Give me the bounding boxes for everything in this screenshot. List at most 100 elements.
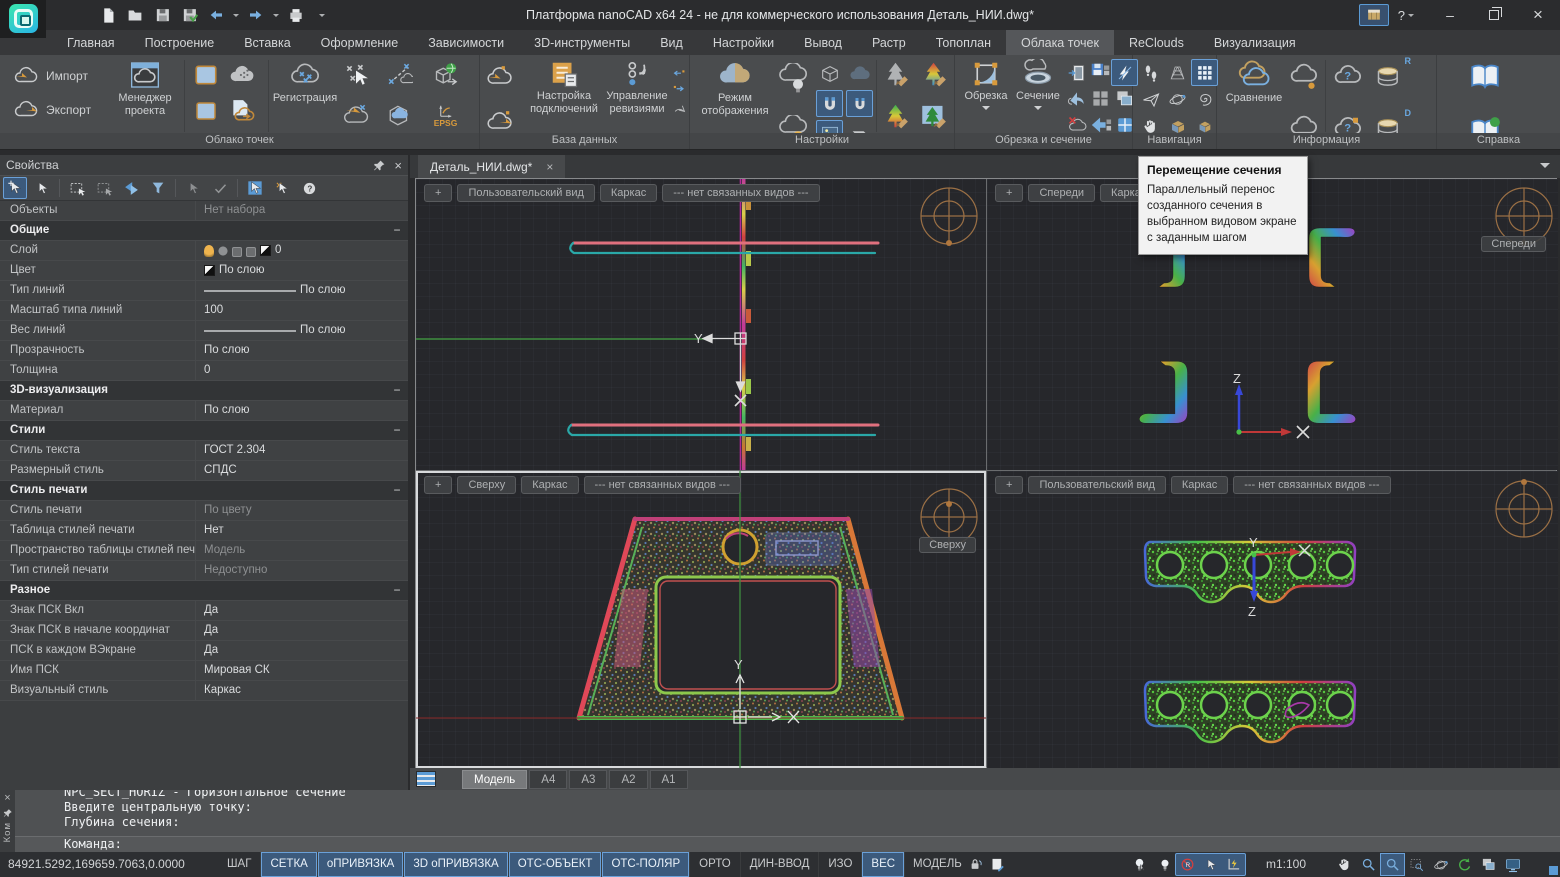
viewport-bottom-left[interactable]: + Сверху Каркас --- нет связанных видов ---	[416, 471, 986, 768]
help-dropdown-icon[interactable]	[1408, 14, 1414, 20]
db-report-icon[interactable]: R	[1369, 60, 1409, 94]
zoom-extents-icon[interactable]	[1405, 854, 1428, 875]
viewport-lock-icon[interactable]	[968, 857, 984, 872]
status-toggle-СЕТКА[interactable]: СЕТКА	[261, 852, 317, 877]
cloud-light-icon[interactable]	[776, 61, 810, 95]
snap-cloud-icon[interactable]	[816, 90, 843, 117]
viewport-top-left[interactable]: +Пользовательский видКаркас--- нет связа…	[416, 179, 986, 470]
menu-tab-3[interactable]: Вставка	[229, 30, 305, 55]
cloud-query-icon[interactable]	[1331, 60, 1365, 94]
property-value[interactable]: Да	[196, 621, 408, 640]
filter-icon[interactable]	[146, 177, 170, 199]
select-window-icon[interactable]	[65, 177, 89, 199]
resize-grip[interactable]	[1549, 866, 1558, 875]
help-button[interactable]: ?	[1395, 8, 1408, 23]
view-compass-icon[interactable]	[1496, 479, 1552, 537]
menu-tab-11[interactable]: Топоплан	[921, 30, 1006, 55]
sections-grid-icon[interactable]	[1087, 85, 1114, 112]
viewport-control-button[interactable]: --- нет связанных видов ---	[1233, 476, 1390, 494]
ribbon-interface-button[interactable]	[1359, 4, 1389, 26]
command-close-icon[interactable]: ×	[4, 792, 10, 804]
status-toggle-ОТС-ОБЪЕКТ[interactable]: ОТС-ОБЪЕКТ	[509, 852, 603, 877]
viewport-control-button[interactable]: --- нет связанных видов ---	[584, 476, 741, 494]
layout-tab-A1[interactable]: A1	[650, 770, 688, 789]
menu-tab-13[interactable]: ReClouds	[1114, 30, 1199, 55]
property-value[interactable]: По слою	[196, 401, 408, 420]
command-prompt[interactable]: Команда:	[15, 836, 1560, 852]
compass-view-label[interactable]: Сверху	[919, 537, 976, 553]
no-rotate-icon[interactable]	[1176, 854, 1199, 875]
maximize-button[interactable]	[1472, 0, 1516, 30]
menu-tab-6[interactable]: 3D-инструменты	[519, 30, 645, 55]
property-value[interactable]: Нет	[196, 521, 408, 540]
deselect-icon[interactable]	[270, 177, 294, 199]
save-icon[interactable]	[152, 5, 172, 25]
section-door-icon[interactable]	[1063, 59, 1090, 86]
crop-button[interactable]: Обрезка	[961, 59, 1011, 114]
print-icon[interactable]	[286, 5, 306, 25]
orbit-status-icon[interactable]	[1429, 854, 1452, 875]
redo-dropdown-icon[interactable]	[273, 14, 279, 20]
dynamic-ucs-icon[interactable]	[1222, 854, 1245, 875]
redo-icon[interactable]	[246, 5, 266, 25]
layout-list-icon[interactable]	[416, 771, 436, 787]
viewport-control-button[interactable]: Каркас	[521, 476, 578, 494]
pin-panel-icon[interactable]	[373, 159, 386, 172]
annotation-icon[interactable]	[990, 857, 1005, 872]
viewport-control-button[interactable]: --- нет связанных видов ---	[662, 184, 819, 202]
cloud-db-out-icon[interactable]	[486, 108, 513, 135]
menu-tab-5[interactable]: Зависимости	[413, 30, 519, 55]
pick-points-icon[interactable]	[342, 61, 369, 88]
cloud-page-export-icon[interactable]	[228, 97, 255, 124]
layout-tab-A4[interactable]: A4	[529, 770, 567, 789]
viewport-bottom-right[interactable]: +Пользовательский видКаркас--- нет связа…	[987, 471, 1558, 768]
cube-cloud-icon[interactable]	[386, 101, 413, 128]
pan-hand-icon[interactable]	[1333, 854, 1356, 875]
minimize-button[interactable]: –	[1428, 0, 1472, 30]
undo-icon[interactable]	[206, 5, 226, 25]
display-mode-button[interactable]: Режим отображения	[698, 59, 772, 117]
viewport-control-button[interactable]: +	[995, 184, 1023, 202]
epsg-button[interactable]: EPSG	[432, 101, 459, 128]
viewport-control-button[interactable]: Пользовательский вид	[1028, 476, 1165, 494]
property-value[interactable]: Модель	[196, 541, 408, 560]
menu-tab-7[interactable]: Вид	[645, 30, 698, 55]
compass-view-label[interactable]: Спереди	[1481, 236, 1546, 252]
quick-select-icon[interactable]	[119, 177, 143, 199]
scale-indicator[interactable]: m1:100	[1266, 852, 1306, 877]
menu-tab-14[interactable]: Визуализация	[1199, 30, 1311, 55]
new-file-icon[interactable]	[98, 5, 118, 25]
command-line-panel[interactable]: × Ком NPC_SECT_HORIZ - Горизонтальное се…	[0, 790, 1560, 852]
layer-color-swatch[interactable]	[260, 245, 271, 256]
property-value[interactable]: Мировая СК	[196, 661, 408, 680]
cloud-db-in-icon[interactable]	[486, 63, 513, 90]
command-pin-icon[interactable]	[3, 808, 13, 818]
colorize-height-icon[interactable]	[920, 60, 947, 87]
status-toggle-ВЕС[interactable]: ВЕС	[862, 852, 905, 877]
revision-management-button[interactable]: Управление ревизиями	[604, 59, 670, 115]
mesh-view-icon[interactable]	[1164, 59, 1191, 86]
qat-customize-icon[interactable]	[319, 14, 325, 20]
status-toggle-ОРТО[interactable]: ОРТО	[690, 852, 741, 877]
colorize-class-icon[interactable]	[882, 102, 909, 129]
layout-tab-A2[interactable]: A2	[609, 770, 647, 789]
tabbar-collapse-icon[interactable]	[1540, 163, 1550, 173]
property-value[interactable]: Да	[196, 601, 408, 620]
document-tab[interactable]: Деталь_НИИ.dwg* ×	[418, 155, 565, 178]
property-value[interactable]: 100	[196, 301, 408, 320]
layer-on-icon[interactable]	[204, 245, 214, 257]
property-value[interactable]: По цвету	[196, 501, 408, 520]
revision-arrows-icon[interactable]	[670, 63, 688, 123]
highlight-select-icon[interactable]	[243, 177, 267, 199]
move-points-icon[interactable]	[181, 177, 205, 199]
cloud-transform-icon[interactable]	[342, 101, 369, 128]
viewport-canvas-plates-view[interactable]: Y Z	[987, 471, 1558, 768]
project-manager-button[interactable]: Менеджер проекта	[110, 59, 180, 117]
cube-mode-icon[interactable]	[816, 60, 843, 87]
property-value[interactable]: 0	[196, 361, 408, 380]
cloud-dim-icon[interactable]	[846, 60, 873, 87]
viewport-control-button[interactable]: +	[995, 476, 1023, 494]
georeference-icon[interactable]	[432, 61, 459, 88]
viewport-control-button[interactable]: +	[424, 476, 452, 494]
zoom-window-icon[interactable]	[1381, 854, 1404, 875]
